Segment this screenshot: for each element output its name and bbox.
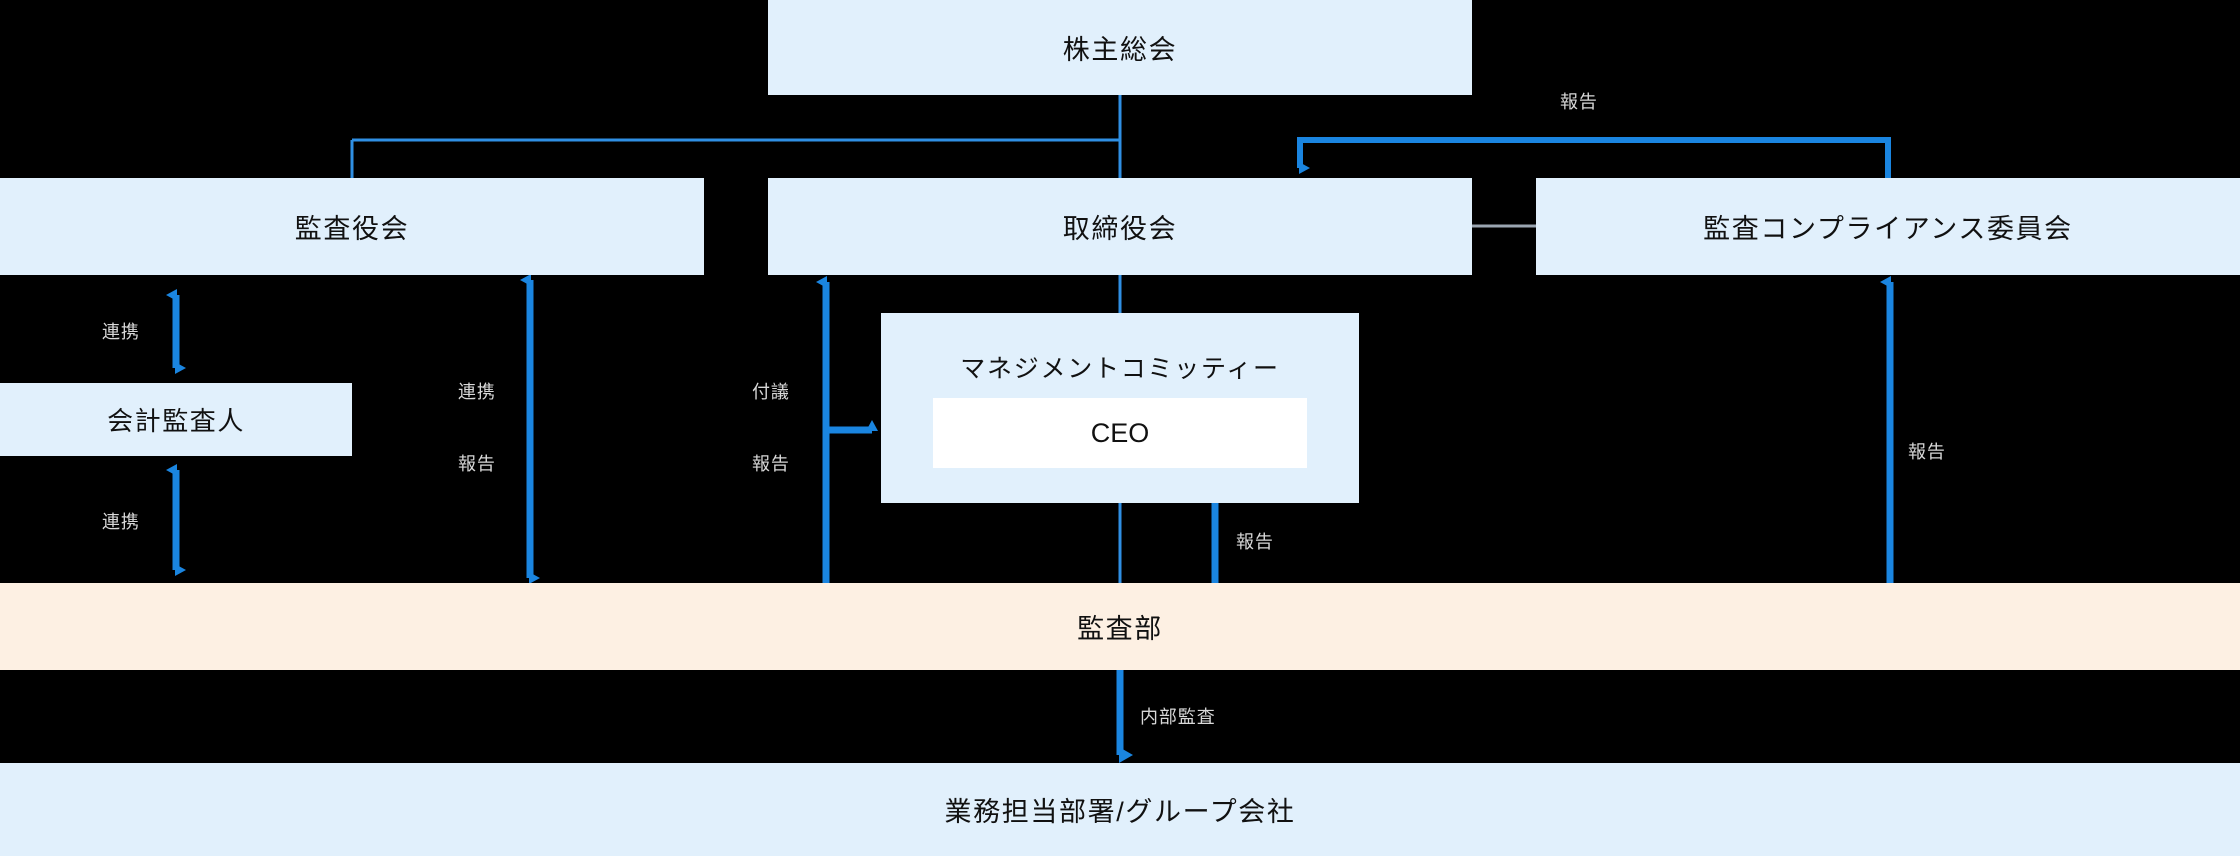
management-committee-label: マネジメントコミッティー	[960, 355, 1280, 383]
edge-label-coordination-auditors-accounting: 連携	[102, 322, 140, 342]
node-audit-compliance-committee: 監査コンプライアンス委員会	[1536, 178, 2240, 275]
node-accounting-auditor: 会計監査人	[0, 383, 352, 456]
node-ceo: CEO	[933, 398, 1307, 468]
edge-label-internal-audit: 内部監査	[1140, 707, 1216, 727]
node-shareholders-meeting: 株主総会	[768, 0, 1472, 95]
edge-label-report-compliance: 報告	[1908, 442, 1946, 462]
edge-label-coordination-auditors-audit-dept: 連携	[458, 382, 496, 402]
edge-label-report-top-right: 報告	[1560, 92, 1598, 112]
node-audit-department: 監査部	[0, 583, 2240, 670]
edge-label-deliberation-directors: 付議	[752, 382, 790, 402]
edge-label-coordination-accounting-audit-dept: 連携	[102, 512, 140, 532]
node-operating-departments: 業務担当部署/グループ会社	[0, 763, 2240, 856]
node-board-of-directors: 取締役会	[768, 178, 1472, 275]
edge-label-report-directors: 報告	[752, 454, 790, 474]
node-board-of-auditors: 監査役会	[0, 178, 704, 275]
edge-label-report-auditors-audit-dept: 報告	[458, 454, 496, 474]
edge-label-report-ceo: 報告	[1236, 532, 1274, 552]
governance-chart: 株主総会 監査役会 取締役会 監査コンプライアンス委員会 会計監査人 マネジメン…	[0, 0, 2240, 856]
